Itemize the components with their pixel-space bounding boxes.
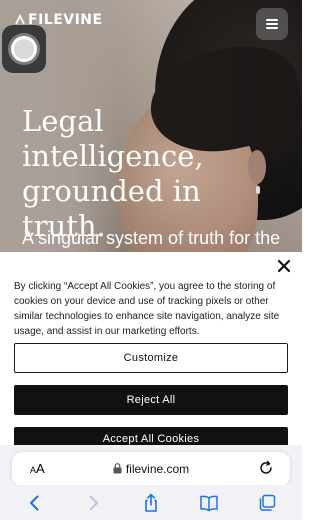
hero-headline-line: grounded in — [22, 174, 201, 208]
hero-subheadline: A singular system of truth for the — [22, 228, 281, 248]
address-bar[interactable]: AA filevine.com — [12, 452, 290, 486]
chevron-right-icon — [89, 495, 98, 510]
menu-button[interactable] — [256, 8, 288, 40]
reject-all-button[interactable]: Reject All — [14, 385, 288, 415]
reload-icon[interactable] — [258, 460, 274, 476]
share-button[interactable] — [139, 491, 163, 515]
customize-button[interactable]: Customize — [14, 343, 288, 373]
accept-all-cookies-button[interactable]: Accept All Cookies — [14, 427, 288, 447]
lock-icon — [113, 463, 122, 474]
share-icon — [145, 493, 157, 512]
forward-button[interactable] — [81, 491, 105, 515]
back-button[interactable] — [23, 491, 47, 515]
url-display[interactable]: filevine.com — [12, 462, 290, 476]
close-icon[interactable] — [276, 258, 292, 274]
chevron-left-icon — [30, 495, 39, 510]
hamburger-icon — [266, 17, 278, 32]
safari-toolbar — [0, 485, 302, 520]
book-icon — [200, 495, 218, 511]
hero-headline: Legal intelligence, grounded in truth. — [22, 104, 292, 244]
page: FILEVINE Legal intelligence, grounded in… — [0, 0, 302, 520]
assistive-touch-icon — [11, 36, 37, 62]
cookie-banner: By clicking “Accept All Cookies”, you ag… — [0, 252, 302, 452]
cookie-consent-text: By clicking “Accept All Cookies”, you ag… — [14, 281, 280, 337]
tabs-icon — [259, 494, 276, 511]
hero-headline-line: Legal intelligence, — [22, 104, 204, 173]
url-text: filevine.com — [125, 462, 190, 476]
assistive-touch-button[interactable] — [2, 25, 46, 73]
tabs-button[interactable] — [255, 491, 279, 515]
bookmarks-button[interactable] — [197, 491, 221, 515]
